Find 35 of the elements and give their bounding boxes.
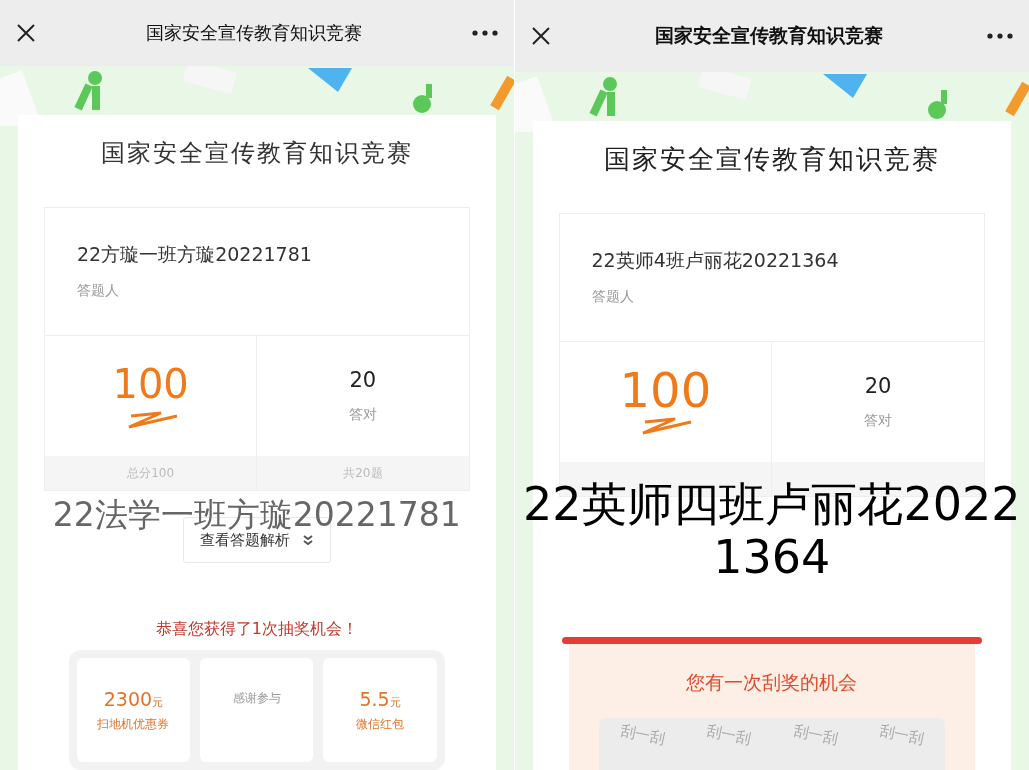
- quiz-title: 国家安全宣传教育知识竞赛: [100, 138, 413, 169]
- more-icon[interactable]: [987, 33, 1013, 39]
- close-icon[interactable]: [16, 23, 36, 43]
- respondent-name: 22英师4班卢丽花20221364: [591, 248, 840, 273]
- respondent-label: 答题人: [591, 288, 635, 306]
- score-value: 100: [619, 368, 712, 412]
- prize-amount: 2300元: [103, 687, 164, 710]
- double-chevron-icon: [301, 534, 314, 546]
- scratch-hint: 刮一刮: [704, 721, 753, 751]
- close-icon[interactable]: [530, 26, 551, 46]
- more-icon[interactable]: [471, 30, 498, 36]
- page-title: 国家安全宣传教育知识竞赛: [653, 23, 884, 48]
- prize-card[interactable]: 5.5元 微信红包: [323, 658, 437, 762]
- prize-label: 感谢参与: [232, 689, 281, 707]
- correct-count: 20: [864, 374, 892, 398]
- scratch-area[interactable]: 刮一刮 刮一刮 刮一刮 刮一刮: [598, 718, 945, 770]
- correct-count: 20: [349, 368, 377, 392]
- prize-label: 扫地机优惠券: [97, 715, 170, 733]
- scratch-heading: 您有一次刮奖的机会: [686, 670, 858, 695]
- respondent-name: 22方璇一班方璇20221781: [77, 242, 313, 267]
- page-title: 国家安全宣传教育知识竞赛: [144, 21, 363, 45]
- correct-label: 答对: [348, 406, 377, 424]
- overlay-caption: 22英师四班卢丽花20221364: [521, 478, 1022, 584]
- scratch-hint: 刮一刮: [617, 721, 667, 751]
- lottery-heading: 恭喜您获得了1次抽奖机会！: [155, 619, 358, 640]
- score-value: 100: [112, 362, 189, 406]
- prize-amount: 5.5元: [359, 687, 401, 710]
- scratch-hint: 刮一刮: [790, 721, 840, 751]
- correct-label: 答对: [864, 412, 893, 430]
- quiz-title: 国家安全宣传教育知识竞赛: [603, 143, 940, 176]
- scratch-hint: 刮一刮: [877, 721, 926, 751]
- respondent-label: 答题人: [77, 282, 120, 300]
- prize-card[interactable]: 感谢参与: [200, 658, 314, 762]
- prize-label: 微信红包: [356, 715, 405, 733]
- prize-card[interactable]: 2300元 扫地机优惠券: [76, 658, 191, 762]
